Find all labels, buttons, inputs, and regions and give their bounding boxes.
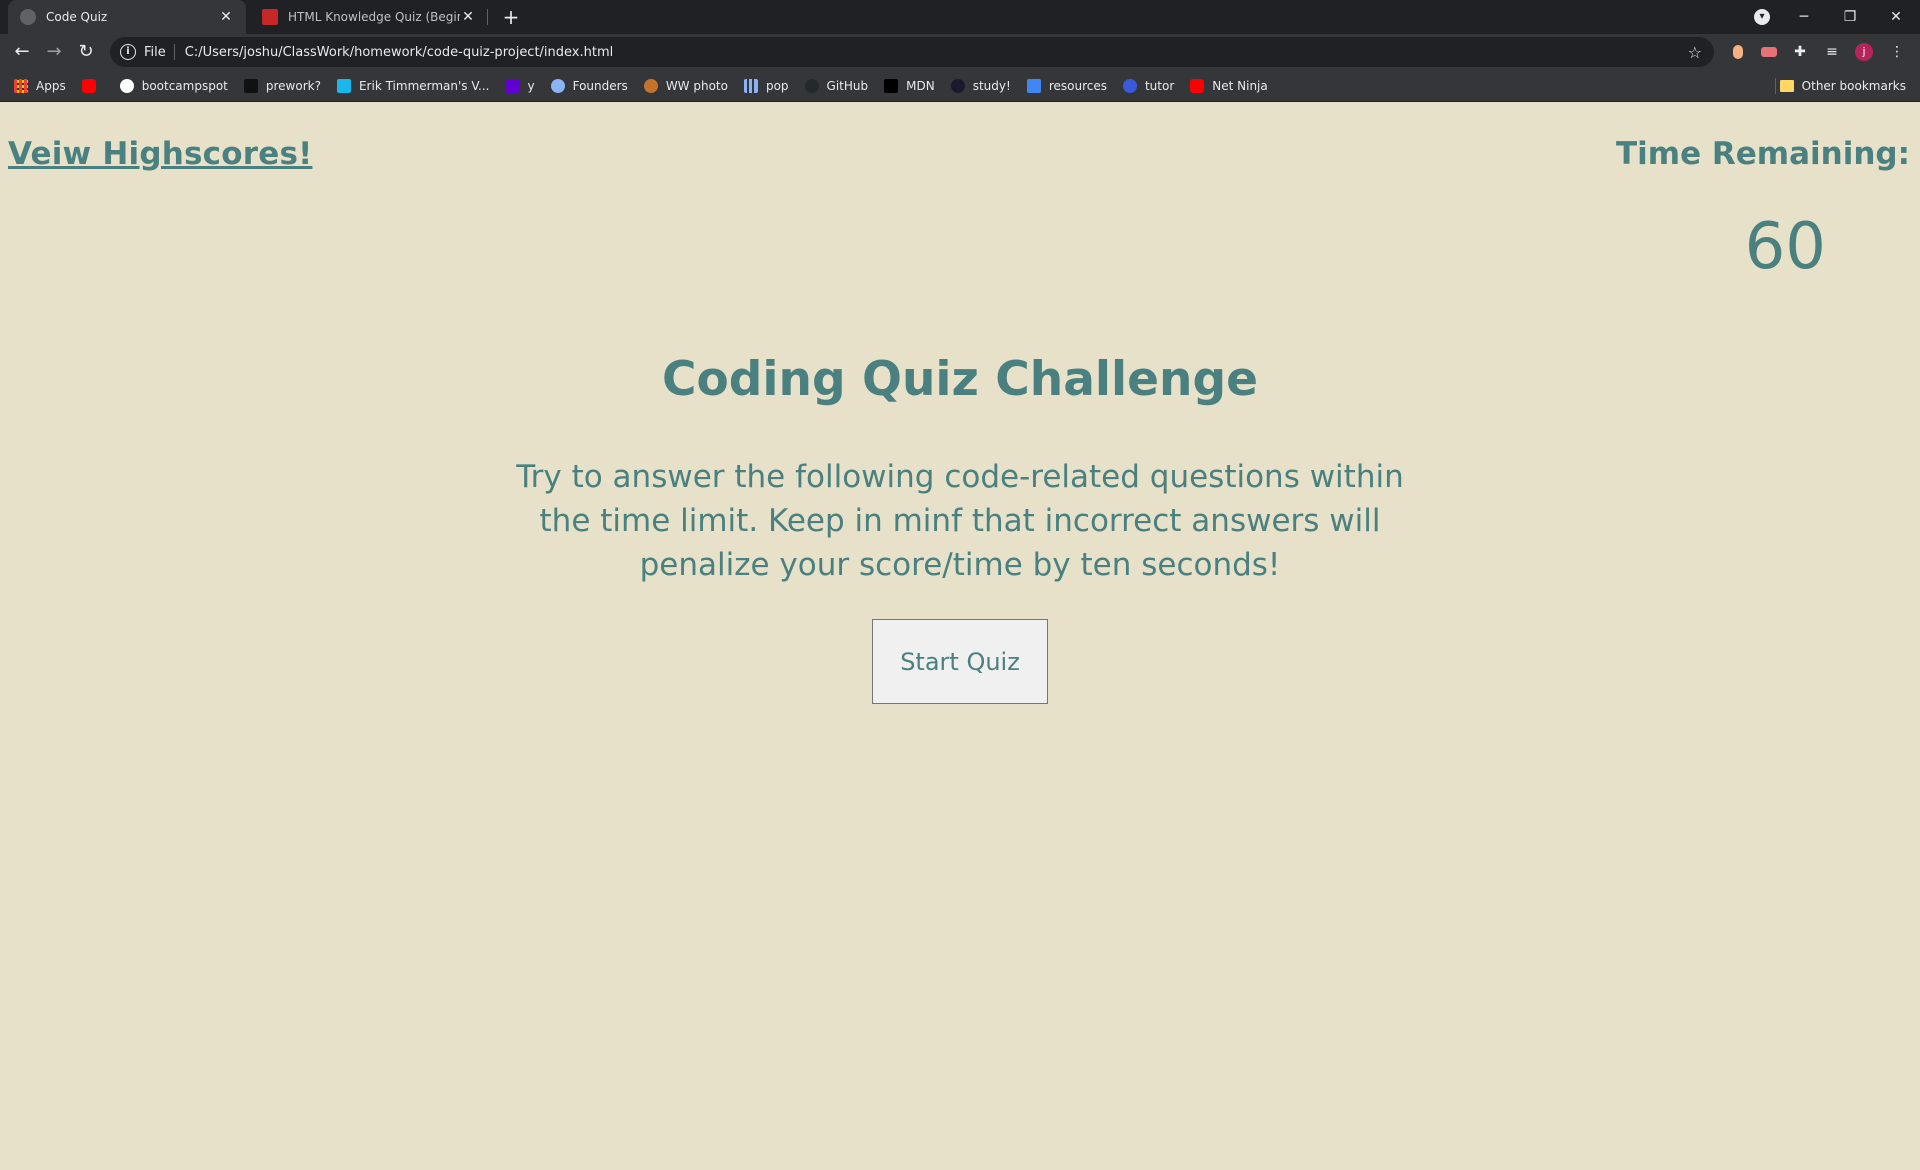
- apps-grid-icon: [14, 78, 28, 93]
- forward-button[interactable]: →: [40, 38, 68, 66]
- quiz-page: Veiw Highscores! Time Remaining: 60 Codi…: [0, 102, 1920, 1170]
- close-tab-icon[interactable]: ✕: [460, 9, 476, 25]
- yahoo-mail-icon: [505, 78, 520, 93]
- minimize-button[interactable]: ─: [1782, 0, 1826, 34]
- tab-html-knowledge-quiz[interactable]: HTML Knowledge Quiz (Beginner ✕: [250, 0, 488, 34]
- quiz-description: Try to answer the following code-related…: [516, 459, 1404, 583]
- bookmark-label: Other bookmarks: [1801, 79, 1906, 93]
- bookmark-label: GitHub: [826, 78, 869, 93]
- bookmark-label: pop: [765, 78, 789, 93]
- tab-search-icon[interactable]: ▾: [1740, 0, 1784, 34]
- extension-arrow-icon[interactable]: [1760, 43, 1778, 61]
- bookmark-label: Erik Timmerman's V...: [358, 78, 490, 93]
- bookmark-y[interactable]: y: [505, 78, 535, 93]
- bookmark-net-ninja[interactable]: Net Ninja: [1190, 78, 1268, 93]
- close-window-button[interactable]: ✕: [1874, 0, 1918, 34]
- view-highscores-link[interactable]: Veiw Highscores!: [8, 136, 312, 172]
- bookmark-study[interactable]: study!: [950, 78, 1011, 93]
- bookmark-youtube[interactable]: [81, 78, 104, 93]
- bookmark-github[interactable]: GitHub: [804, 78, 869, 93]
- extensions-puzzle-icon[interactable]: ✚: [1791, 43, 1809, 61]
- ww-photo-icon: [643, 78, 658, 93]
- youtube-icon: [81, 78, 96, 93]
- bookmark-label: study!: [972, 78, 1011, 93]
- bookmark-ww-photo[interactable]: WW photo: [643, 78, 728, 93]
- founders-icon: [550, 78, 565, 93]
- bookmark-label: WW photo: [665, 78, 728, 93]
- close-tab-icon[interactable]: ✕: [218, 9, 234, 25]
- bookmark-prework[interactable]: prework?: [243, 78, 321, 93]
- bookmark-star-icon[interactable]: ☆: [1688, 43, 1702, 62]
- bookmark-resources[interactable]: resources: [1026, 78, 1107, 93]
- bookmark-label: resources: [1048, 78, 1107, 93]
- docs-icon: [1026, 78, 1041, 93]
- bookmark-label: Net Ninja: [1212, 78, 1268, 93]
- new-tab-button[interactable]: +: [498, 4, 524, 30]
- profile-initial: j: [1855, 43, 1873, 61]
- bookmark-label: Founders: [572, 78, 628, 93]
- bar-chart-icon: [743, 78, 758, 93]
- bookmark-label: y: [527, 78, 535, 93]
- bookmarks-bar: Apps bootcampspot prework? Erik Timmerma…: [0, 70, 1920, 102]
- bookmark-pop[interactable]: pop: [743, 78, 789, 93]
- info-icon[interactable]: i: [120, 44, 136, 60]
- start-quiz-button[interactable]: Start Quiz: [872, 619, 1048, 704]
- study-icon: [950, 78, 965, 93]
- youtube-icon: [1190, 78, 1205, 93]
- address-bar[interactable]: i File C:/Users/joshu/ClassWork/homework…: [110, 37, 1714, 67]
- url-scheme: File: [144, 44, 166, 60]
- browser-toolbar: ← → ↻ i File C:/Users/joshu/ClassWork/ho…: [0, 34, 1920, 70]
- bookmark-label: MDN: [906, 78, 935, 93]
- tab-title: HTML Knowledge Quiz (Beginner: [288, 10, 460, 24]
- time-remaining-value: 60: [1744, 210, 1826, 284]
- prework-icon: [243, 78, 258, 93]
- quiz-favicon-icon: [262, 9, 278, 25]
- mdn-icon: [884, 78, 899, 93]
- bookmark-label: prework?: [265, 78, 321, 93]
- other-bookmarks[interactable]: Other bookmarks: [1779, 70, 1906, 102]
- address-divider: [173, 44, 175, 60]
- bookmark-label: Apps: [36, 78, 66, 93]
- tab-strip: Code Quiz ✕ HTML Knowledge Quiz (Beginne…: [0, 0, 1920, 34]
- extension-hand-icon[interactable]: [1729, 43, 1747, 61]
- bookmark-bootcampspot[interactable]: bootcampspot: [119, 78, 228, 93]
- back-button[interactable]: ←: [8, 38, 36, 66]
- page-title: Coding Quiz Challenge: [662, 352, 1258, 407]
- tab-code-quiz[interactable]: Code Quiz ✕: [8, 0, 246, 34]
- globe-icon: [20, 9, 36, 25]
- time-remaining-label: Time Remaining:: [1616, 136, 1910, 172]
- bookmark-erik-timmerman[interactable]: Erik Timmerman's V...: [336, 78, 490, 93]
- github-icon: [804, 78, 819, 93]
- bookmark-tutor[interactable]: tutor: [1122, 78, 1175, 93]
- bookmark-label: tutor: [1144, 78, 1175, 93]
- reload-button[interactable]: ↻: [72, 38, 100, 66]
- menu-kebab-icon[interactable]: ⋮: [1888, 43, 1906, 61]
- bookmarks-divider: [1775, 78, 1776, 94]
- bootcampspot-icon: [119, 78, 134, 93]
- tab-title: Code Quiz: [46, 10, 108, 24]
- folder-icon: [1779, 80, 1794, 92]
- vimeo-icon: [336, 78, 351, 93]
- tab-divider: [487, 9, 488, 25]
- bookmark-label: bootcampspot: [141, 78, 228, 93]
- bookmark-founders[interactable]: Founders: [550, 78, 628, 93]
- reading-list-icon[interactable]: ≡: [1823, 43, 1841, 61]
- profile-avatar[interactable]: j: [1855, 43, 1873, 61]
- bookmark-apps[interactable]: Apps: [14, 78, 66, 93]
- url-text[interactable]: C:/Users/joshu/ClassWork/homework/code-q…: [185, 45, 613, 60]
- restore-button[interactable]: ❐: [1828, 0, 1872, 34]
- tutor-icon: [1122, 78, 1137, 93]
- bookmark-mdn[interactable]: MDN: [884, 78, 935, 93]
